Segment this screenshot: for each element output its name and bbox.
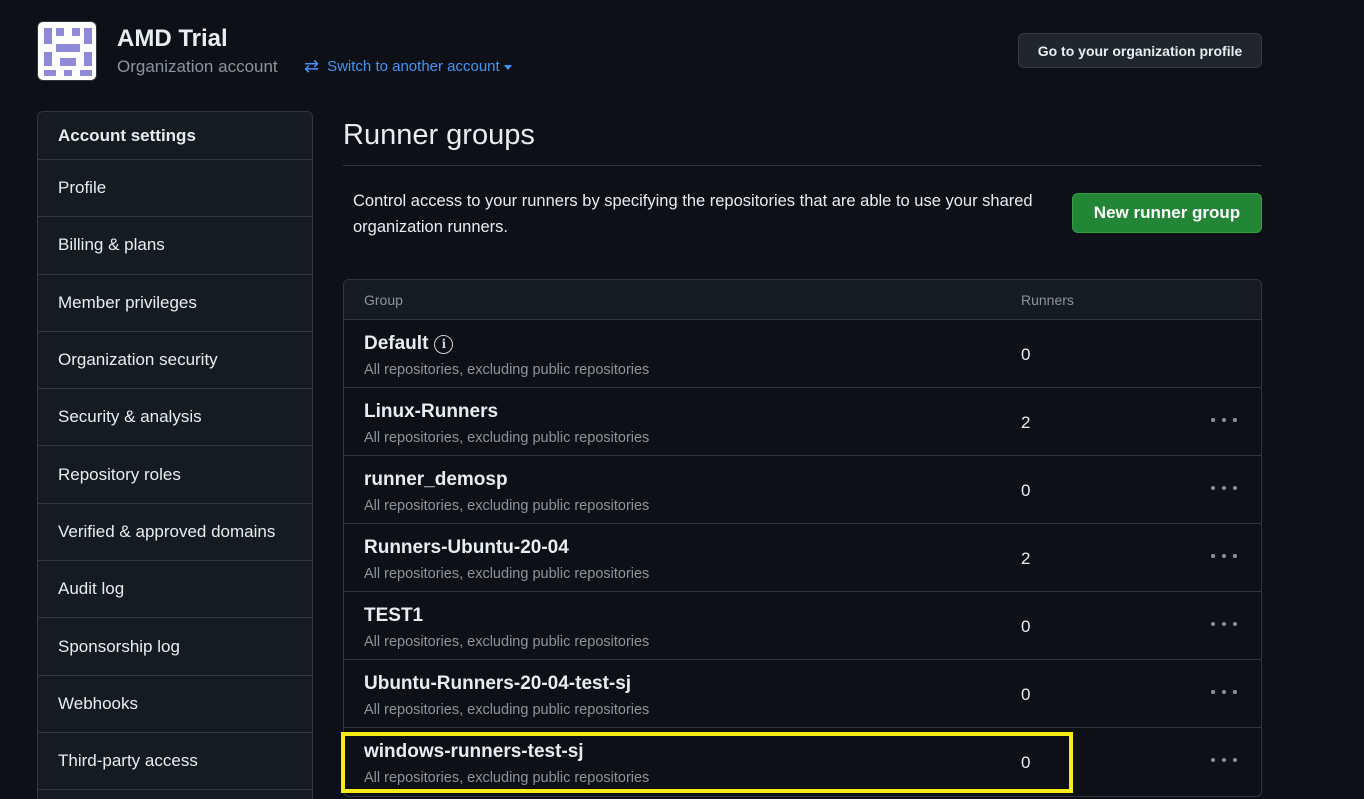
org-type: Organization account — [117, 57, 278, 76]
sidebar-item-billing[interactable]: Billing & plans — [38, 217, 312, 275]
sidebar-heading: Account settings — [38, 112, 312, 160]
sidebar-item-verified-domains[interactable]: Verified & approved domains — [38, 504, 312, 562]
sidebar-item-label: Webhooks — [58, 693, 139, 713]
sidebar-item-repository-roles[interactable]: Repository roles — [38, 446, 312, 504]
page-title: Runner groups — [343, 111, 1262, 166]
sidebar-item-label: Sponsorship log — [58, 636, 180, 656]
table-row: windows-runners-test-sj All repositories… — [344, 728, 1261, 796]
kebab-menu-icon[interactable] — [1211, 546, 1237, 566]
group-access-description: All repositories, excluding public repos… — [364, 770, 650, 786]
runner-count: 2 — [1021, 549, 1031, 568]
group-name-link[interactable]: Linux-Runners — [364, 401, 498, 423]
go-to-org-profile-button[interactable]: Go to your organization profile — [1018, 33, 1262, 68]
sidebar-item-label: Billing & plans — [58, 235, 165, 255]
page: AMD Trial Organization account ⇄ Switch … — [0, 0, 1364, 799]
sidebar-item-label: Member privileges — [58, 292, 197, 312]
sidebar-item-third-party-access[interactable]: Third-party access — [38, 733, 312, 791]
table-row: Linux-Runners All repositories, excludin… — [344, 388, 1261, 456]
sidebar-item-organization-security[interactable]: Organization security — [38, 332, 312, 390]
sidebar-item-profile[interactable]: Profile — [38, 160, 312, 218]
group-name: TEST1 — [364, 605, 424, 626]
group-name: Runners-Ubuntu-20-04 — [364, 537, 569, 558]
sidebar-item-webhooks[interactable]: Webhooks — [38, 676, 312, 733]
kebab-menu-icon[interactable] — [1211, 410, 1237, 430]
group-access-description: All repositories, excluding public repos… — [364, 634, 650, 650]
sidebar-item-sponsorship-log[interactable]: Sponsorship log — [38, 618, 312, 676]
table-row: runner_demosp All repositories, excludin… — [344, 456, 1261, 524]
runner-count: 0 — [1021, 617, 1031, 636]
org-header: AMD Trial Organization account ⇄ Switch … — [37, 21, 1262, 81]
intro-text: Control access to your runners by specif… — [353, 192, 1033, 236]
table-row: Runners-Ubuntu-20-04 All repositories, e… — [344, 524, 1261, 592]
group-name: runner_demosp — [364, 469, 508, 490]
main-content: Runner groups Control access to your run… — [343, 111, 1262, 797]
group-name: windows-runners-test-sj — [364, 741, 584, 762]
group-name: Linux-Runners — [364, 401, 499, 422]
sidebar-item-label: Repository roles — [58, 464, 181, 484]
sidebar-item-label: Security & analysis — [58, 407, 202, 427]
group-access-description: All repositories, excluding public repos… — [364, 566, 650, 582]
kebab-menu-icon[interactable] — [1211, 478, 1237, 498]
org-avatar[interactable] — [37, 21, 97, 81]
sidebar-item-label: Third-party access — [58, 751, 198, 771]
sidebar-item-label: Profile — [58, 178, 107, 198]
runner-count: 0 — [1021, 685, 1031, 704]
group-access-description: All repositories, excluding public repos… — [364, 362, 650, 378]
sidebar-item-audit-log[interactable]: Audit log — [38, 561, 312, 619]
table-row: Ubuntu-Runners-20-04-test-sj All reposit… — [344, 660, 1261, 728]
arrows-switch-icon: ⇄ — [304, 56, 320, 76]
runner-count: 2 — [1021, 413, 1031, 432]
group-name-link[interactable]: runner_demosp — [364, 469, 508, 491]
group-name: Ubuntu-Runners-20-04-test-sj — [364, 673, 632, 694]
caret-down-icon — [503, 64, 512, 70]
info-icon[interactable]: i — [434, 334, 454, 354]
table-row: TEST1 All repositories, excluding public… — [344, 592, 1261, 660]
group-name: Default — [364, 333, 429, 354]
settings-sidebar: Account settings Profile Billing & plans… — [37, 111, 313, 799]
sidebar-item-label: Audit log — [58, 579, 125, 599]
kebab-menu-icon[interactable] — [1211, 614, 1237, 634]
kebab-menu-icon[interactable] — [1211, 682, 1237, 702]
sidebar-item-label: Verified & approved domains — [58, 521, 276, 541]
runner-count: 0 — [1021, 345, 1031, 364]
table-row: Default i All repositories, excluding pu… — [344, 320, 1261, 388]
group-access-description: All repositories, excluding public repos… — [364, 498, 650, 514]
runner-count: 0 — [1021, 753, 1031, 772]
column-header-runners: Runners — [1021, 292, 1074, 308]
sidebar-item-member-privileges[interactable]: Member privileges — [38, 275, 312, 332]
kebab-menu-icon[interactable] — [1211, 750, 1237, 770]
column-header-group: Group — [364, 292, 403, 308]
switch-account-link[interactable]: ⇄ Switch to another account — [304, 57, 512, 75]
org-name: AMD Trial — [117, 25, 228, 52]
group-name-link[interactable]: TEST1 — [364, 605, 423, 627]
group-access-description: All repositories, excluding public repos… — [364, 702, 650, 718]
table-header: Group Runners — [344, 280, 1261, 320]
runner-count: 0 — [1021, 481, 1031, 500]
sidebar-item-security-analysis[interactable]: Security & analysis — [38, 389, 312, 447]
switch-account-label: Switch to another account — [327, 57, 500, 75]
sidebar-item-label: Organization security — [58, 350, 218, 370]
intro-section: Control access to your runners by specif… — [343, 166, 1262, 279]
group-name-link[interactable]: Ubuntu-Runners-20-04-test-sj — [364, 673, 631, 695]
runner-groups-table: Group Runners Default i All repositories… — [343, 279, 1262, 797]
group-name-link[interactable]: windows-runners-test-sj — [364, 741, 584, 763]
new-runner-group-button[interactable]: New runner group — [1072, 193, 1262, 233]
group-access-description: All repositories, excluding public repos… — [364, 430, 650, 446]
group-name-link[interactable]: Default i — [364, 333, 454, 355]
group-name-link[interactable]: Runners-Ubuntu-20-04 — [364, 537, 569, 559]
